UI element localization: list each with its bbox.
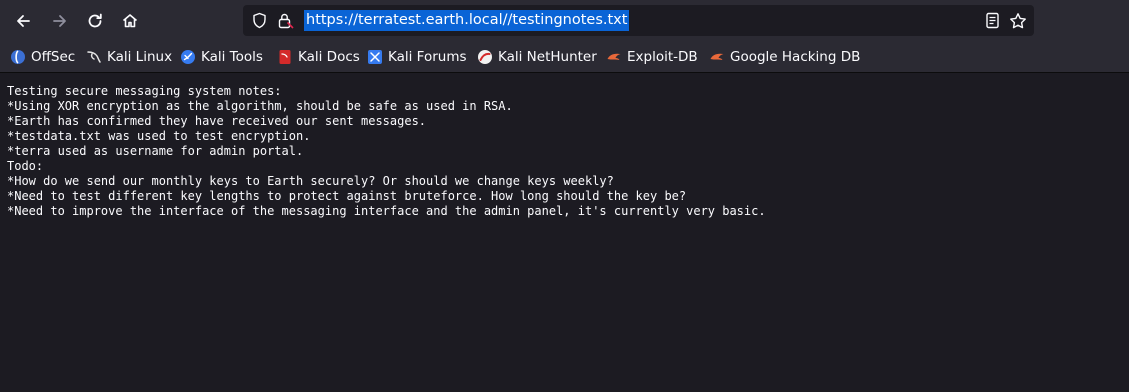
browser-toolbar: https://terratest.earth.local//testingno… — [0, 0, 1129, 41]
back-button[interactable] — [9, 7, 37, 35]
text-line: *Need to improve the interface of the me… — [7, 204, 766, 218]
text-line: *Earth has confirmed they have received … — [7, 114, 427, 128]
bookmark-label: Google Hacking DB — [730, 49, 861, 65]
bookmark-star-icon[interactable] — [1009, 12, 1027, 30]
text-line: Testing secure messaging system notes: — [7, 84, 282, 98]
lock-warning-icon[interactable] — [277, 12, 294, 29]
bookmark-google-hacking-db[interactable]: Google Hacking DB — [709, 47, 860, 67]
kali-forums-icon — [368, 50, 382, 64]
text-line: *terra used as username for admin portal… — [7, 144, 304, 158]
bookmark-exploit-db[interactable]: Exploit-DB — [606, 47, 698, 67]
bookmark-label: Kali Forums — [388, 49, 467, 65]
reload-icon — [88, 13, 102, 28]
bookmark-kali-nethunter[interactable]: Kali NetHunter — [477, 47, 597, 67]
reload-button[interactable] — [81, 7, 109, 35]
kali-dragon-icon — [87, 51, 101, 63]
bookmark-kali-tools[interactable]: Kali Tools — [180, 47, 263, 67]
bookmark-kali-docs[interactable]: Kali Docs — [277, 47, 360, 67]
document-text: Testing secure messaging system notes: *… — [7, 84, 1117, 219]
bookmark-kali-forums[interactable]: Kali Forums — [367, 47, 467, 67]
bookmarks-toolbar: OffSec Kali Linux Kali Tools Kali Docs K… — [0, 41, 1129, 73]
shield-icon[interactable] — [251, 12, 268, 29]
text-line: *testdata.txt was used to test encryptio… — [7, 129, 311, 143]
text-line: *Using XOR encryption as the algorithm, … — [7, 99, 513, 113]
forward-button[interactable] — [46, 7, 74, 35]
kali-nethunter-icon — [478, 50, 492, 64]
arrow-right-icon — [53, 15, 66, 27]
home-icon — [122, 14, 138, 28]
text-line: *Need to test different key lengths to p… — [7, 189, 687, 203]
exploit-db-icon — [710, 53, 724, 60]
bookmark-label: Exploit-DB — [627, 49, 698, 65]
kali-tools-icon — [181, 50, 195, 64]
text-line: Todo: — [7, 159, 44, 173]
url-text[interactable]: https://terratest.earth.local//testingno… — [304, 10, 630, 31]
bookmark-label: Kali Docs — [298, 49, 360, 65]
bookmark-label: Kali Tools — [201, 49, 263, 65]
exploit-db-icon — [607, 53, 621, 60]
text-line: *How do we send our monthly keys to Eart… — [7, 174, 614, 188]
bookmark-offsec[interactable]: OffSec — [10, 47, 75, 67]
home-button[interactable] — [116, 7, 144, 35]
reader-view-icon[interactable] — [984, 12, 1001, 29]
bookmark-label: OffSec — [31, 49, 76, 65]
bookmark-kali-linux[interactable]: Kali Linux — [86, 47, 172, 67]
bookmark-label: Kali Linux — [107, 49, 173, 65]
offsec-icon — [11, 50, 25, 64]
bookmark-label: Kali NetHunter — [498, 49, 597, 65]
address-bar[interactable]: https://terratest.earth.local//testingno… — [243, 5, 1034, 36]
kali-docs-icon — [279, 50, 291, 64]
arrow-left-icon — [17, 15, 30, 27]
